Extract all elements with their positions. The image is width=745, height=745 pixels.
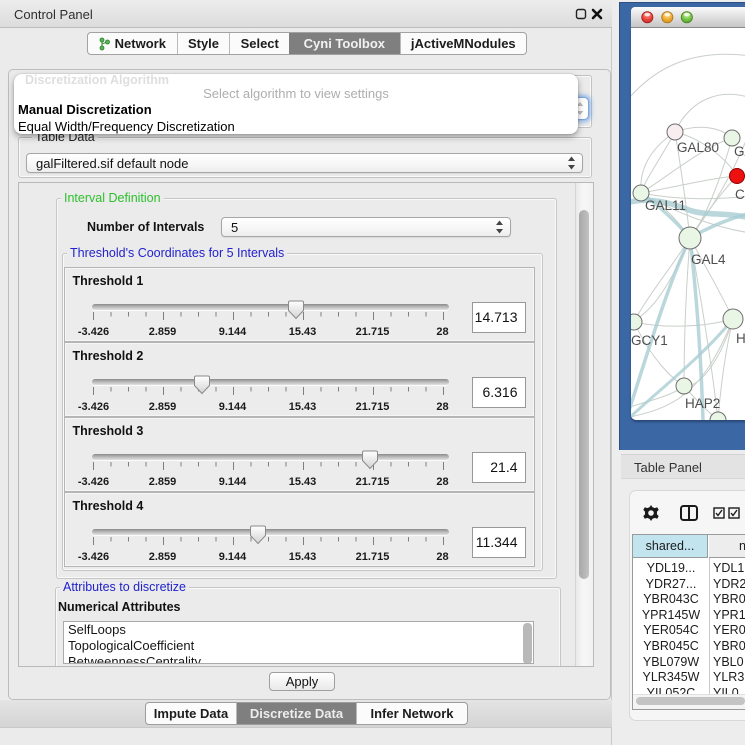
svg-text:GCY1: GCY1 xyxy=(631,333,668,348)
svg-text:H: H xyxy=(736,331,745,346)
svg-text:C: C xyxy=(735,187,745,202)
svg-text:GAL11: GAL11 xyxy=(645,198,686,213)
svg-text:GAL80: GAL80 xyxy=(677,140,719,155)
svg-text:HAP2: HAP2 xyxy=(685,396,720,411)
svg-text:GA: GA xyxy=(734,144,745,159)
svg-text:GAL4: GAL4 xyxy=(691,252,726,267)
